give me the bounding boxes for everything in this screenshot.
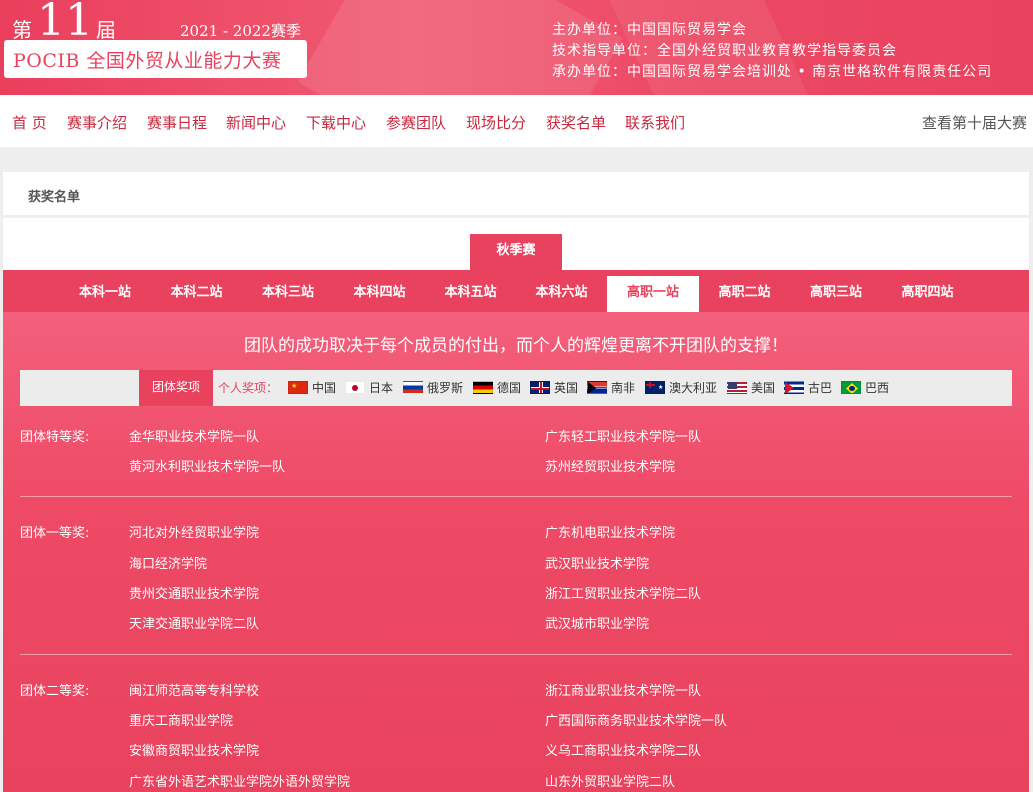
country-germany[interactable]: 德国 xyxy=(473,379,521,396)
award-team[interactable]: 重庆工商职业学院 xyxy=(129,710,233,729)
award-team[interactable]: 浙江商业职业技术学院一队 xyxy=(545,680,701,699)
china-flag-icon: ★ xyxy=(288,381,308,394)
nav-contact[interactable]: 联系我们 xyxy=(625,112,685,133)
tab-undergrad-stage-1[interactable]: 本科一站 xyxy=(59,276,151,312)
south-africa-flag-icon xyxy=(587,381,607,394)
country-label: 巴西 xyxy=(865,381,890,395)
country-label: 古巴 xyxy=(808,381,833,395)
site-header: 第 11 届 2021 - 2022赛季 POCIB 全国外贸从业能力大赛 主办… xyxy=(0,0,1033,95)
tab-undergrad-stage-2[interactable]: 本科二站 xyxy=(151,276,242,312)
technical-guide-organizer: 技术指导单位：全国外经贸职业教育教学指导委员会 xyxy=(552,43,897,59)
award-team[interactable]: 义乌工商职业技术学院二队 xyxy=(545,740,701,759)
award-team[interactable]: 广东省外语艺术职业学院外语外贸学院 xyxy=(129,771,350,790)
season-label: 2021 - 2022赛季 xyxy=(180,22,301,40)
country-japan[interactable]: 日本 xyxy=(345,379,393,396)
awards-panel: 团队的成功取决于每个成员的付出，而个人的辉煌更离不开团队的支撑！ 团体奖项 个人… xyxy=(3,312,1029,792)
award-divider xyxy=(20,654,1012,655)
award-team[interactable]: 广西国际商务职业技术学院一队 xyxy=(545,710,727,729)
country-label: 南非 xyxy=(611,381,636,395)
country-label: 俄罗斯 xyxy=(427,381,464,395)
award-team[interactable]: 河北对外经贸职业学院 xyxy=(129,522,259,541)
nav-previous-edition-link[interactable]: 查看第十届大赛 xyxy=(922,112,1027,133)
award-team[interactable]: 广东机电职业技术学院 xyxy=(545,522,675,541)
country-brazil[interactable]: 巴西 xyxy=(841,379,889,396)
individual-awards-label: 个人奖项： xyxy=(218,381,279,395)
country-label: 澳大利亚 xyxy=(669,381,718,395)
nav-teams[interactable]: 参赛团队 xyxy=(386,112,446,133)
award-divider xyxy=(20,496,1012,497)
award-filter-bar: 团体奖项 个人奖项： ★ 中国 日本 俄罗斯 德国 英国 南非 ★ 澳大利亚 美… xyxy=(20,370,1012,406)
brazil-flag-icon xyxy=(841,381,861,394)
tab-undergrad-stage-3[interactable]: 本科三站 xyxy=(242,276,334,312)
tab-undergrad-stage-5[interactable]: 本科五站 xyxy=(425,276,516,312)
country-label: 日本 xyxy=(369,381,394,395)
edition-suffix: 届 xyxy=(96,18,116,42)
country-south-africa[interactable]: 南非 xyxy=(587,379,635,396)
edition-prefix: 第 xyxy=(12,18,32,42)
country-label: 德国 xyxy=(497,381,522,395)
nav-home[interactable]: 首 页 xyxy=(12,112,47,133)
nav-winners[interactable]: 获奖名单 xyxy=(546,112,606,133)
country-russia[interactable]: 俄罗斯 xyxy=(403,379,463,396)
competition-title: POCIB 全国外贸从业能力大赛 xyxy=(13,50,282,72)
nav-event-intro[interactable]: 赛事介绍 xyxy=(67,112,127,133)
award-category-label: 团体二等奖: xyxy=(20,684,90,699)
nav-news[interactable]: 新闻中心 xyxy=(226,112,286,133)
country-uk[interactable]: 英国 xyxy=(530,379,578,396)
breadcrumb-current: 获奖名单 xyxy=(28,190,81,205)
usa-flag-icon xyxy=(727,381,747,394)
russia-flag-icon xyxy=(403,381,423,394)
country-label: 美国 xyxy=(751,381,776,395)
country-china[interactable]: ★ 中国 xyxy=(288,379,336,396)
tab-vocational-stage-1[interactable]: 高职一站 xyxy=(607,276,699,312)
award-team[interactable]: 武汉城市职业学院 xyxy=(545,613,649,632)
award-team[interactable]: 武汉职业技术学院 xyxy=(545,553,649,572)
country-cuba[interactable]: 古巴 xyxy=(784,379,832,396)
award-team[interactable]: 浙江工贸职业技术学院二队 xyxy=(545,583,701,602)
japan-flag-icon xyxy=(345,381,365,394)
host-organizer: 主办单位：中国国际贸易学会 xyxy=(552,22,747,38)
country-australia[interactable]: ★ 澳大利亚 xyxy=(645,379,717,396)
tab-undergrad-stage-6[interactable]: 本科六站 xyxy=(516,276,607,312)
award-team[interactable]: 黄河水利职业技术学院一队 xyxy=(129,456,285,475)
award-team[interactable]: 苏州经贸职业技术学院 xyxy=(545,456,675,475)
award-team[interactable]: 广东轻工职业技术学院一队 xyxy=(545,426,701,445)
main-nav: 首 页 赛事介绍 赛事日程 新闻中心 下载中心 参赛团队 现场比分 获奖名单 联… xyxy=(0,95,1033,147)
nav-live-scores[interactable]: 现场比分 xyxy=(466,112,526,133)
nav-downloads[interactable]: 下载中心 xyxy=(306,112,366,133)
country-label: 英国 xyxy=(554,381,579,395)
undertaking-organizer: 承办单位：中国国际贸易学会培训处 • 南京世格软件有限责任公司 xyxy=(552,64,993,80)
award-team[interactable]: 天津交通职业学院二队 xyxy=(129,613,259,632)
cuba-flag-icon xyxy=(784,381,804,394)
nav-schedule[interactable]: 赛事日程 xyxy=(147,112,207,133)
award-team[interactable]: 海口经济学院 xyxy=(129,553,207,572)
award-category-label: 团体特等奖: xyxy=(20,430,90,445)
uk-flag-icon xyxy=(530,381,550,394)
tab-team-awards[interactable]: 团体奖项 xyxy=(139,370,213,406)
tab-vocational-stage-4[interactable]: 高职四站 xyxy=(882,276,973,312)
country-label: 中国 xyxy=(312,381,337,395)
breadcrumb: 获奖名单 xyxy=(3,172,1029,215)
tab-autumn-season[interactable]: 秋季赛 xyxy=(470,234,562,270)
tab-undergrad-stage-4[interactable]: 本科四站 xyxy=(334,276,425,312)
award-team[interactable]: 山东外贸职业学院二队 xyxy=(545,771,675,790)
motto-text: 团队的成功取决于每个成员的付出，而个人的辉煌更离不开团队的支撑！ xyxy=(244,336,788,356)
award-team[interactable]: 安徽商贸职业技术学院 xyxy=(129,740,259,759)
award-team[interactable]: 贵州交通职业技术学院 xyxy=(129,583,259,602)
germany-flag-icon xyxy=(473,381,493,394)
country-usa[interactable]: 美国 xyxy=(727,379,775,396)
australia-flag-icon: ★ xyxy=(645,381,665,394)
award-team[interactable]: 闽江师范高等专科学校 xyxy=(129,680,259,699)
tab-vocational-stage-2[interactable]: 高职二站 xyxy=(699,276,790,312)
award-team[interactable]: 金华职业技术学院一队 xyxy=(129,426,259,445)
tab-vocational-stage-3[interactable]: 高职三站 xyxy=(790,276,882,312)
award-category-label: 团体一等奖: xyxy=(20,526,90,541)
